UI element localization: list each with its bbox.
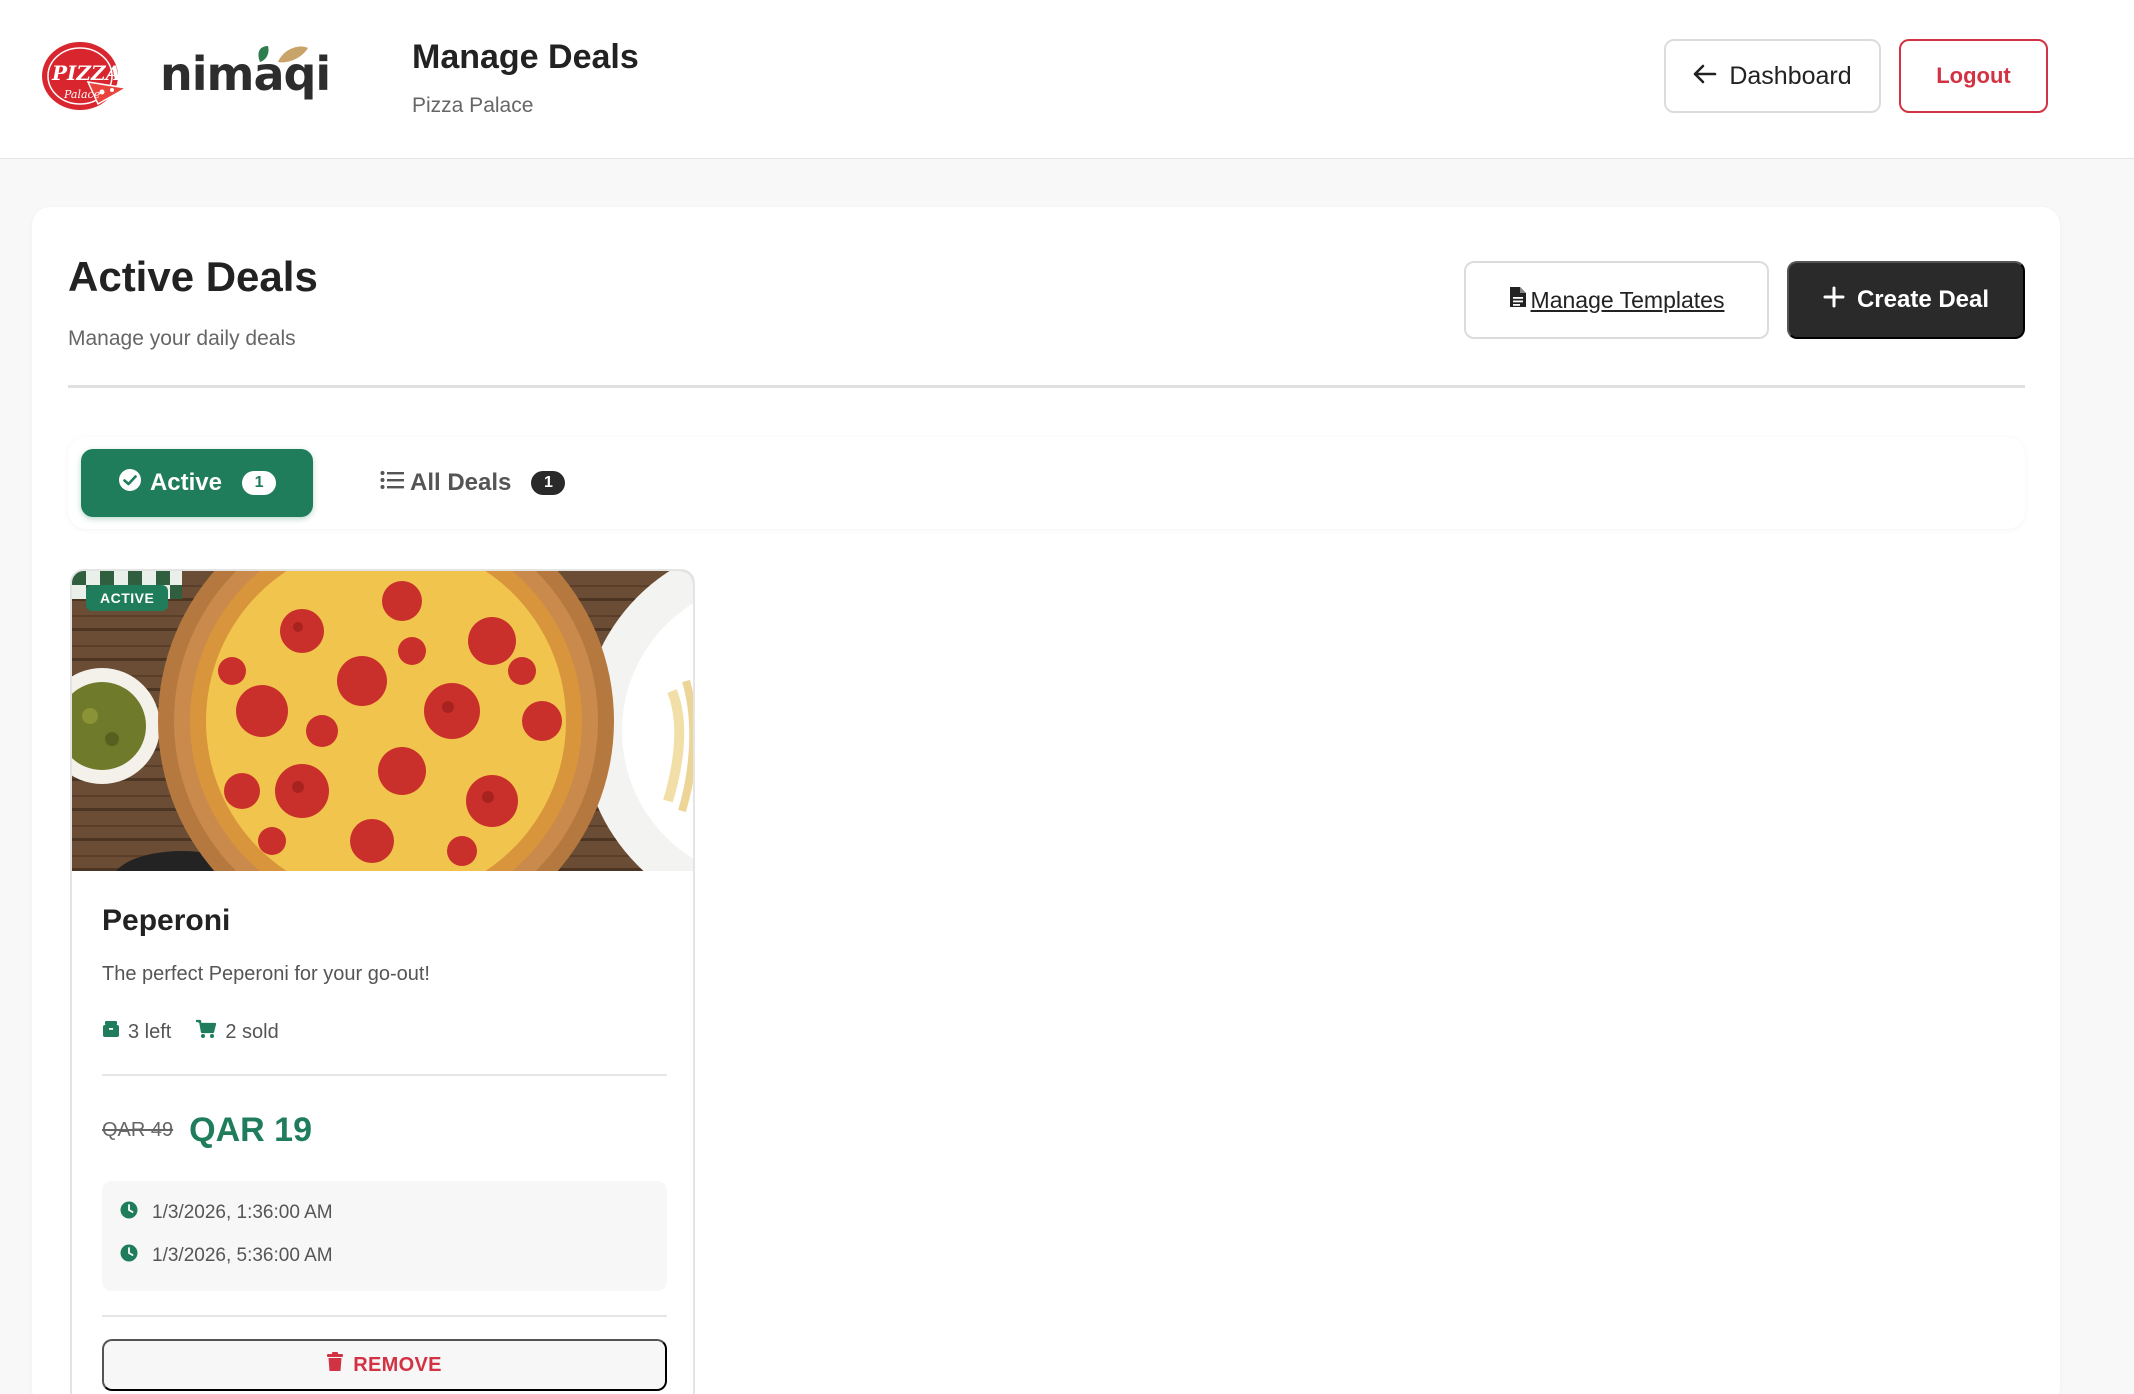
pizza-badge-text: PIZZA xyxy=(51,61,121,85)
section-title: Active Deals xyxy=(68,253,318,300)
tab-all-deals[interactable]: All Deals 1 xyxy=(380,449,570,517)
remove-label: REMOVE xyxy=(353,1353,442,1376)
restaurant-name: Pizza Palace xyxy=(412,94,534,117)
clock-icon xyxy=(120,1244,138,1268)
logout-label: Logout xyxy=(1936,63,2011,88)
trash-icon xyxy=(327,1352,344,1378)
units-sold-text: 2 sold xyxy=(225,1020,279,1043)
box-icon xyxy=(102,1020,120,1044)
create-deal-button[interactable]: Create Deal xyxy=(1787,261,2025,339)
deal-stats: 3 left 2 sold xyxy=(102,1019,279,1045)
list-icon xyxy=(380,469,404,497)
palace-badge-text: Palace xyxy=(63,88,101,101)
check-circle-icon xyxy=(118,468,142,499)
end-time: 1/3/2026, 5:36:00 AM xyxy=(152,1245,333,1266)
tab-active-label: Active xyxy=(149,469,223,496)
logout-button[interactable]: Logout xyxy=(1899,39,2048,113)
tab-all-deals-label: All Deals xyxy=(410,469,512,496)
deals-panel: Active Deals Manage your daily deals Man… xyxy=(32,207,2060,1394)
pizza-palace-logo: PIZZA Palace xyxy=(40,38,130,114)
stock-left: 3 left xyxy=(102,1019,171,1045)
header-divider xyxy=(68,385,2025,388)
deal-card[interactable]: ACTIVE Peperoni The perfect Peperoni for… xyxy=(70,569,695,1394)
tab-active-count: 1 xyxy=(242,471,277,495)
deal-name: Peperoni xyxy=(102,904,231,937)
start-time: 1/3/2026, 1:36:00 AM xyxy=(152,1202,333,1223)
dashboard-button[interactable]: Dashboard xyxy=(1664,39,1881,113)
deal-image: ACTIVE xyxy=(72,571,693,949)
page-title: Manage Deals xyxy=(412,38,639,76)
deal-price: QAR 19 xyxy=(189,1111,312,1149)
nimaqi-logo: nimaqi xyxy=(160,36,382,116)
arrow-left-icon xyxy=(1693,62,1717,91)
card-divider xyxy=(102,1315,667,1317)
plus-icon xyxy=(1823,286,1845,315)
top-header: PIZZA Palace nimaqi Manage Deals Pizza P… xyxy=(0,0,2134,159)
units-sold: 2 sold xyxy=(195,1019,279,1045)
card-divider xyxy=(102,1074,667,1076)
deal-description: The perfect Peperoni for your go-out! xyxy=(102,963,430,985)
clock-icon xyxy=(120,1201,138,1225)
dashboard-label: Dashboard xyxy=(1729,61,1852,90)
deal-tabs: Active 1 All Deals 1 xyxy=(68,437,2025,529)
start-time-row: 1/3/2026, 1:36:00 AM xyxy=(120,1201,649,1225)
original-price: QAR 49 xyxy=(102,1119,174,1141)
deal-schedule: 1/3/2026, 1:36:00 AM 1/3/2026, 5:36:00 A… xyxy=(102,1181,667,1291)
end-time-row: 1/3/2026, 5:36:00 AM xyxy=(120,1244,649,1268)
section-subtitle: Manage your daily deals xyxy=(68,327,296,350)
status-badge: ACTIVE xyxy=(86,585,169,611)
tab-all-deals-count: 1 xyxy=(531,471,566,495)
price-row: QAR 49 QAR 19 xyxy=(102,1111,312,1150)
manage-templates-label: Manage Templates xyxy=(1530,286,1725,313)
document-icon xyxy=(1509,286,1527,314)
tab-active[interactable]: Active 1 xyxy=(81,449,313,517)
cart-icon xyxy=(195,1019,217,1045)
nimaqi-wordmark: nimaqi xyxy=(160,47,330,101)
stock-left-text: 3 left xyxy=(128,1020,172,1043)
create-deal-label: Create Deal xyxy=(1856,286,1990,313)
remove-deal-button[interactable]: REMOVE xyxy=(102,1339,667,1391)
manage-templates-button[interactable]: Manage Templates xyxy=(1464,261,1769,339)
